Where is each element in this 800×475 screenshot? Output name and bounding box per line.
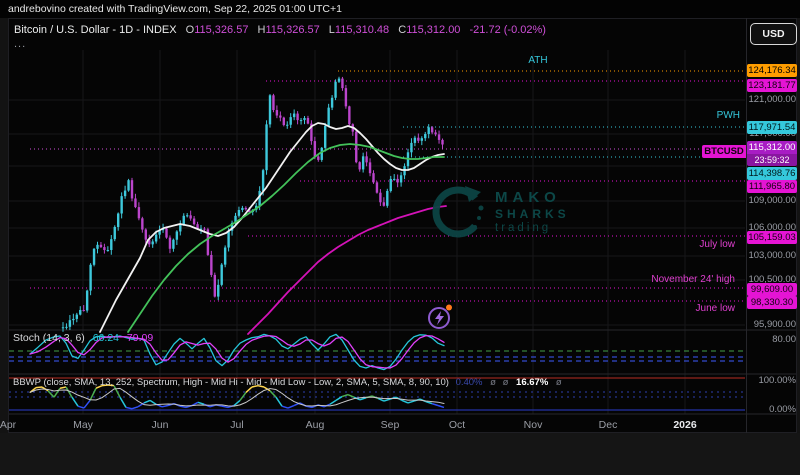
- time-axis-label[interactable]: Nov: [511, 419, 555, 431]
- footer-bar: TradingView: [0, 433, 800, 475]
- symbol-title[interactable]: Bitcoin / U.S. Dollar - 1D - INDEX: [14, 24, 177, 36]
- level-text-june-low: June low: [645, 303, 735, 314]
- watermark-line2: SHARKS: [495, 207, 570, 221]
- price-chart-canvas[interactable]: [0, 0, 800, 475]
- close-value: 115,312.00: [406, 24, 460, 36]
- watermark-line1: MAKO: [495, 189, 570, 206]
- low-value: 115,310.48: [335, 24, 389, 36]
- scale-tick: 109,000.00: [747, 195, 796, 206]
- close-label: C: [398, 24, 406, 36]
- price-label: 117,971.54: [747, 121, 797, 134]
- legend-more-button[interactable]: ...: [14, 38, 26, 50]
- time-axis-label[interactable]: Jun: [138, 419, 182, 431]
- bbwp-sep3: ø: [556, 377, 562, 388]
- time-axis-label[interactable]: Jul: [215, 419, 259, 431]
- high-value: 115,326.57: [265, 24, 319, 36]
- stoch-k-value: 66.24: [93, 332, 119, 344]
- tradingview-window: andrebovino created with TradingView.com…: [0, 0, 800, 475]
- price-label: 111,965.80: [747, 180, 797, 193]
- open-label: O: [186, 24, 195, 36]
- bbwp-legend[interactable]: BBWP (close, SMA, 13, 252, Spectrum, Hig…: [13, 377, 562, 388]
- time-axis-label[interactable]: Apr: [0, 419, 30, 431]
- watermark-logo-icon: [429, 182, 487, 240]
- time-axis-label[interactable]: May: [61, 419, 105, 431]
- countdown-timer: 23:59:32: [747, 154, 797, 166]
- watermark-line3: trading: [495, 222, 570, 234]
- scale-tick: 95,900.00: [747, 319, 796, 330]
- watermark: MAKO SHARKS trading: [429, 182, 570, 240]
- scale-tick: 80.00: [747, 334, 796, 345]
- level-text-pwh: PWH: [690, 110, 740, 121]
- stoch-legend[interactable]: Stoch (14, 3, 6) 66.24 79.09: [13, 332, 153, 344]
- scale-tick: 103,000.00: [747, 250, 796, 261]
- time-axis-label[interactable]: 2026: [663, 419, 707, 431]
- time-axis-label[interactable]: Aug: [293, 419, 337, 431]
- level-text-july-low: July low: [645, 239, 735, 250]
- price-label: 123,181.77: [747, 79, 797, 92]
- scale-tick: 100.00%: [747, 375, 796, 386]
- scale-tick: 121,000.00: [747, 94, 796, 105]
- time-axis-label[interactable]: Sep: [368, 419, 412, 431]
- stoch-title: Stoch (14, 3, 6): [13, 332, 85, 344]
- bbwp-value: 0.40%: [456, 377, 483, 388]
- stoch-d-value: 79.09: [127, 332, 153, 344]
- time-axis-label[interactable]: Oct: [435, 419, 479, 431]
- price-label: 98,330.30: [747, 296, 797, 309]
- open-value: 115,326.57: [194, 24, 248, 36]
- price-label: 99,609.00: [747, 283, 797, 296]
- symbol-legend[interactable]: Bitcoin / U.S. Dollar - 1D - INDEX O115,…: [14, 24, 546, 36]
- price-label: 124,176.34: [747, 64, 797, 77]
- price-label: 115,312.0023:59:32: [747, 141, 797, 166]
- level-text-ath: ATH: [513, 55, 563, 66]
- scale-tick: 0.00%: [747, 404, 796, 415]
- bbwp-title: BBWP (close, SMA, 13, 252, Spectrum, Hig…: [13, 377, 449, 388]
- signal-bolt-icon[interactable]: [426, 303, 454, 331]
- bbwp-sep2: ø: [503, 377, 509, 388]
- price-label: 114,398.76: [747, 167, 797, 180]
- bbwp-alert-value: 16.67%: [516, 377, 548, 388]
- level-text-november-24-high: November 24' high: [595, 274, 735, 285]
- change-value: -21.72 (-0.02%): [470, 24, 546, 36]
- time-axis-label[interactable]: Dec: [586, 419, 630, 431]
- price-label: 105,159.03: [747, 231, 797, 244]
- bbwp-sep1: ø: [490, 377, 496, 388]
- symbol-price-tag: BTCUSD: [702, 145, 746, 158]
